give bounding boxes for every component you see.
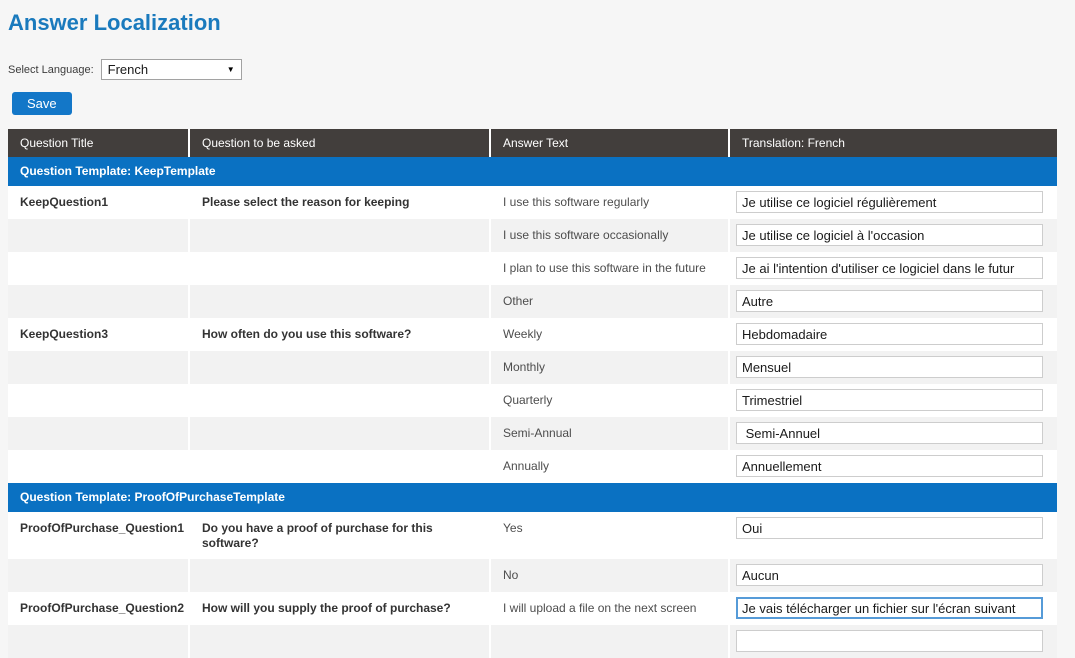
translation-input[interactable] — [736, 422, 1043, 444]
cell-question-to-be-asked — [190, 417, 491, 450]
cell-question-title: ProofOfPurchase_Question1 — [8, 512, 190, 559]
cell-translation — [730, 592, 1057, 625]
column-header: Answer Text — [491, 129, 730, 157]
language-row: Select Language: French ▼ — [8, 59, 1075, 80]
cell-answer-text: Quarterly — [491, 384, 730, 417]
cell-question-to-be-asked — [190, 450, 491, 483]
translation-input[interactable] — [736, 597, 1043, 619]
cell-question-to-be-asked: How will you supply the proof of purchas… — [190, 592, 491, 625]
cell-translation — [730, 384, 1057, 417]
cell-translation — [730, 512, 1057, 559]
dropdown-arrow-icon: ▼ — [227, 65, 235, 74]
translation-input[interactable] — [736, 290, 1043, 312]
cell-question-to-be-asked — [190, 625, 491, 658]
cell-question-title: ProofOfPurchase_Question2 — [8, 592, 190, 625]
translation-input[interactable] — [736, 356, 1043, 378]
column-header: Translation: French — [730, 129, 1057, 157]
translation-input[interactable] — [736, 224, 1043, 246]
table-row — [8, 625, 1057, 658]
cell-translation — [730, 417, 1057, 450]
cell-answer-text: Weekly — [491, 318, 730, 351]
cell-translation — [730, 186, 1057, 219]
cell-question-title — [8, 285, 190, 318]
translation-input[interactable] — [736, 191, 1043, 213]
cell-question-title — [8, 252, 190, 285]
localization-table: Question TitleQuestion to be askedAnswer… — [8, 129, 1057, 658]
cell-answer-text: I use this software regularly — [491, 186, 730, 219]
column-header: Question Title — [8, 129, 190, 157]
cell-answer-text: Yes — [491, 512, 730, 559]
cell-translation — [730, 285, 1057, 318]
cell-answer-text — [491, 625, 730, 658]
translation-input[interactable] — [736, 389, 1043, 411]
cell-question-to-be-asked — [190, 384, 491, 417]
cell-answer-text: Monthly — [491, 351, 730, 384]
question-template-section-row: Question Template: ProofOfPurchaseTempla… — [8, 483, 1057, 512]
cell-translation — [730, 351, 1057, 384]
cell-question-to-be-asked — [190, 285, 491, 318]
table-row: Other — [8, 285, 1057, 318]
cell-answer-text: Semi-Annual — [491, 417, 730, 450]
cell-question-title — [8, 450, 190, 483]
answer-localization-page: Answer Localization Select Language: Fre… — [0, 0, 1075, 658]
cell-answer-text: Other — [491, 285, 730, 318]
table-row: KeepQuestion1Please select the reason fo… — [8, 186, 1057, 219]
cell-answer-text: Annually — [491, 450, 730, 483]
table-row: ProofOfPurchase_Question2How will you su… — [8, 592, 1057, 625]
cell-question-title — [8, 559, 190, 592]
question-template-section-row: Question Template: KeepTemplate — [8, 157, 1057, 186]
cell-question-to-be-asked — [190, 559, 491, 592]
save-button[interactable]: Save — [12, 92, 72, 115]
cell-question-title — [8, 219, 190, 252]
cell-translation — [730, 625, 1057, 658]
translation-input[interactable] — [736, 323, 1043, 345]
table-header-row: Question TitleQuestion to be askedAnswer… — [8, 129, 1057, 157]
translation-input[interactable] — [736, 564, 1043, 586]
cell-question-to-be-asked — [190, 219, 491, 252]
cell-question-to-be-asked — [190, 351, 491, 384]
cell-question-to-be-asked: Do you have a proof of purchase for this… — [190, 512, 491, 559]
cell-translation — [730, 450, 1057, 483]
table-row: ProofOfPurchase_Question1Do you have a p… — [8, 512, 1057, 559]
table-row: KeepQuestion3How often do you use this s… — [8, 318, 1057, 351]
table-row: I use this software occasionally — [8, 219, 1057, 252]
cell-answer-text: No — [491, 559, 730, 592]
cell-question-title: KeepQuestion3 — [8, 318, 190, 351]
cell-answer-text: I use this software occasionally — [491, 219, 730, 252]
cell-question-title — [8, 384, 190, 417]
cell-question-title — [8, 417, 190, 450]
language-select[interactable]: French ▼ — [101, 59, 242, 80]
table-row: Monthly — [8, 351, 1057, 384]
page-title: Answer Localization — [8, 0, 1075, 36]
cell-translation — [730, 559, 1057, 592]
table-row: Quarterly — [8, 384, 1057, 417]
question-template-label: Question Template: ProofOfPurchaseTempla… — [8, 483, 1057, 512]
translation-input[interactable] — [736, 455, 1043, 477]
question-template-label: Question Template: KeepTemplate — [8, 157, 1057, 186]
cell-question-title — [8, 351, 190, 384]
language-label: Select Language: — [8, 64, 94, 76]
cell-question-title — [8, 625, 190, 658]
language-selected-value: French — [108, 62, 148, 77]
table-row: No — [8, 559, 1057, 592]
table-row: Semi-Annual — [8, 417, 1057, 450]
table-row: I plan to use this software in the futur… — [8, 252, 1057, 285]
cell-translation — [730, 252, 1057, 285]
cell-translation — [730, 318, 1057, 351]
translation-input[interactable] — [736, 517, 1043, 539]
cell-question-title: KeepQuestion1 — [8, 186, 190, 219]
cell-translation — [730, 219, 1057, 252]
table-row: Annually — [8, 450, 1057, 483]
cell-question-to-be-asked — [190, 252, 491, 285]
cell-question-to-be-asked: How often do you use this software? — [190, 318, 491, 351]
translation-input[interactable] — [736, 257, 1043, 279]
translation-input[interactable] — [736, 630, 1043, 652]
cell-answer-text: I will upload a file on the next screen — [491, 592, 730, 625]
column-header: Question to be asked — [190, 129, 491, 157]
cell-answer-text: I plan to use this software in the futur… — [491, 252, 730, 285]
cell-question-to-be-asked: Please select the reason for keeping — [190, 186, 491, 219]
